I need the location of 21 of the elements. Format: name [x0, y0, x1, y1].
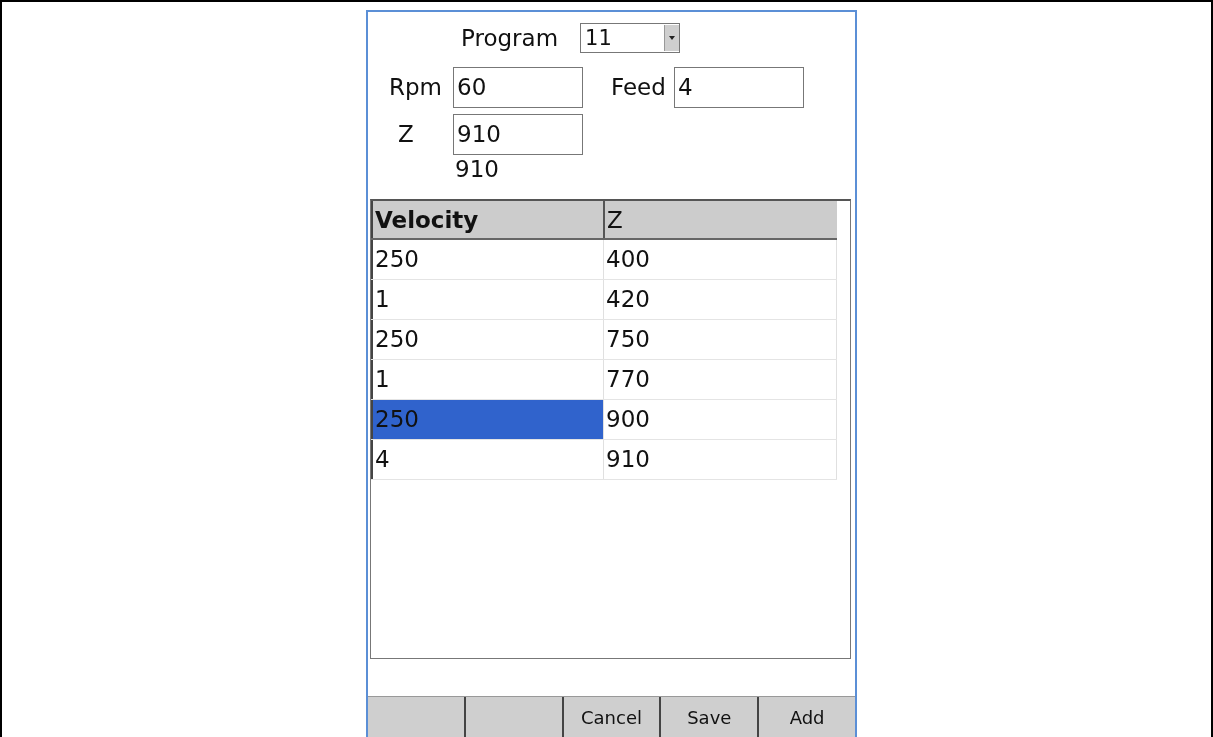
z-label: Z — [398, 120, 415, 148]
feed-field[interactable]: 4 — [673, 66, 804, 108]
table-cell[interactable]: 420 — [603, 280, 837, 319]
table-cell[interactable]: 770 — [603, 360, 837, 399]
column-header[interactable]: Velocity — [371, 201, 603, 238]
column-header[interactable]: Z — [603, 201, 837, 238]
table-cell[interactable]: 750 — [603, 320, 837, 359]
program-dropdown[interactable]: 11 — [580, 23, 681, 53]
table-cell[interactable]: 250 — [371, 240, 603, 279]
z-reading: 910 — [455, 155, 499, 183]
table-cell[interactable]: 4 — [371, 440, 603, 479]
rpm-field[interactable]: 60 — [453, 66, 583, 108]
table-cell[interactable]: 910 — [603, 440, 837, 479]
table-cell[interactable]: 400 — [603, 240, 837, 279]
table-cell[interactable]: 900 — [603, 400, 837, 439]
table-cell[interactable]: 250 — [371, 320, 603, 359]
program-label: Program — [461, 24, 559, 52]
table-cell[interactable]: 1 — [371, 280, 603, 319]
z-field[interactable]: 910 — [453, 113, 583, 155]
feed-label: Feed — [611, 73, 666, 101]
rpm-label: Rpm — [389, 73, 443, 101]
